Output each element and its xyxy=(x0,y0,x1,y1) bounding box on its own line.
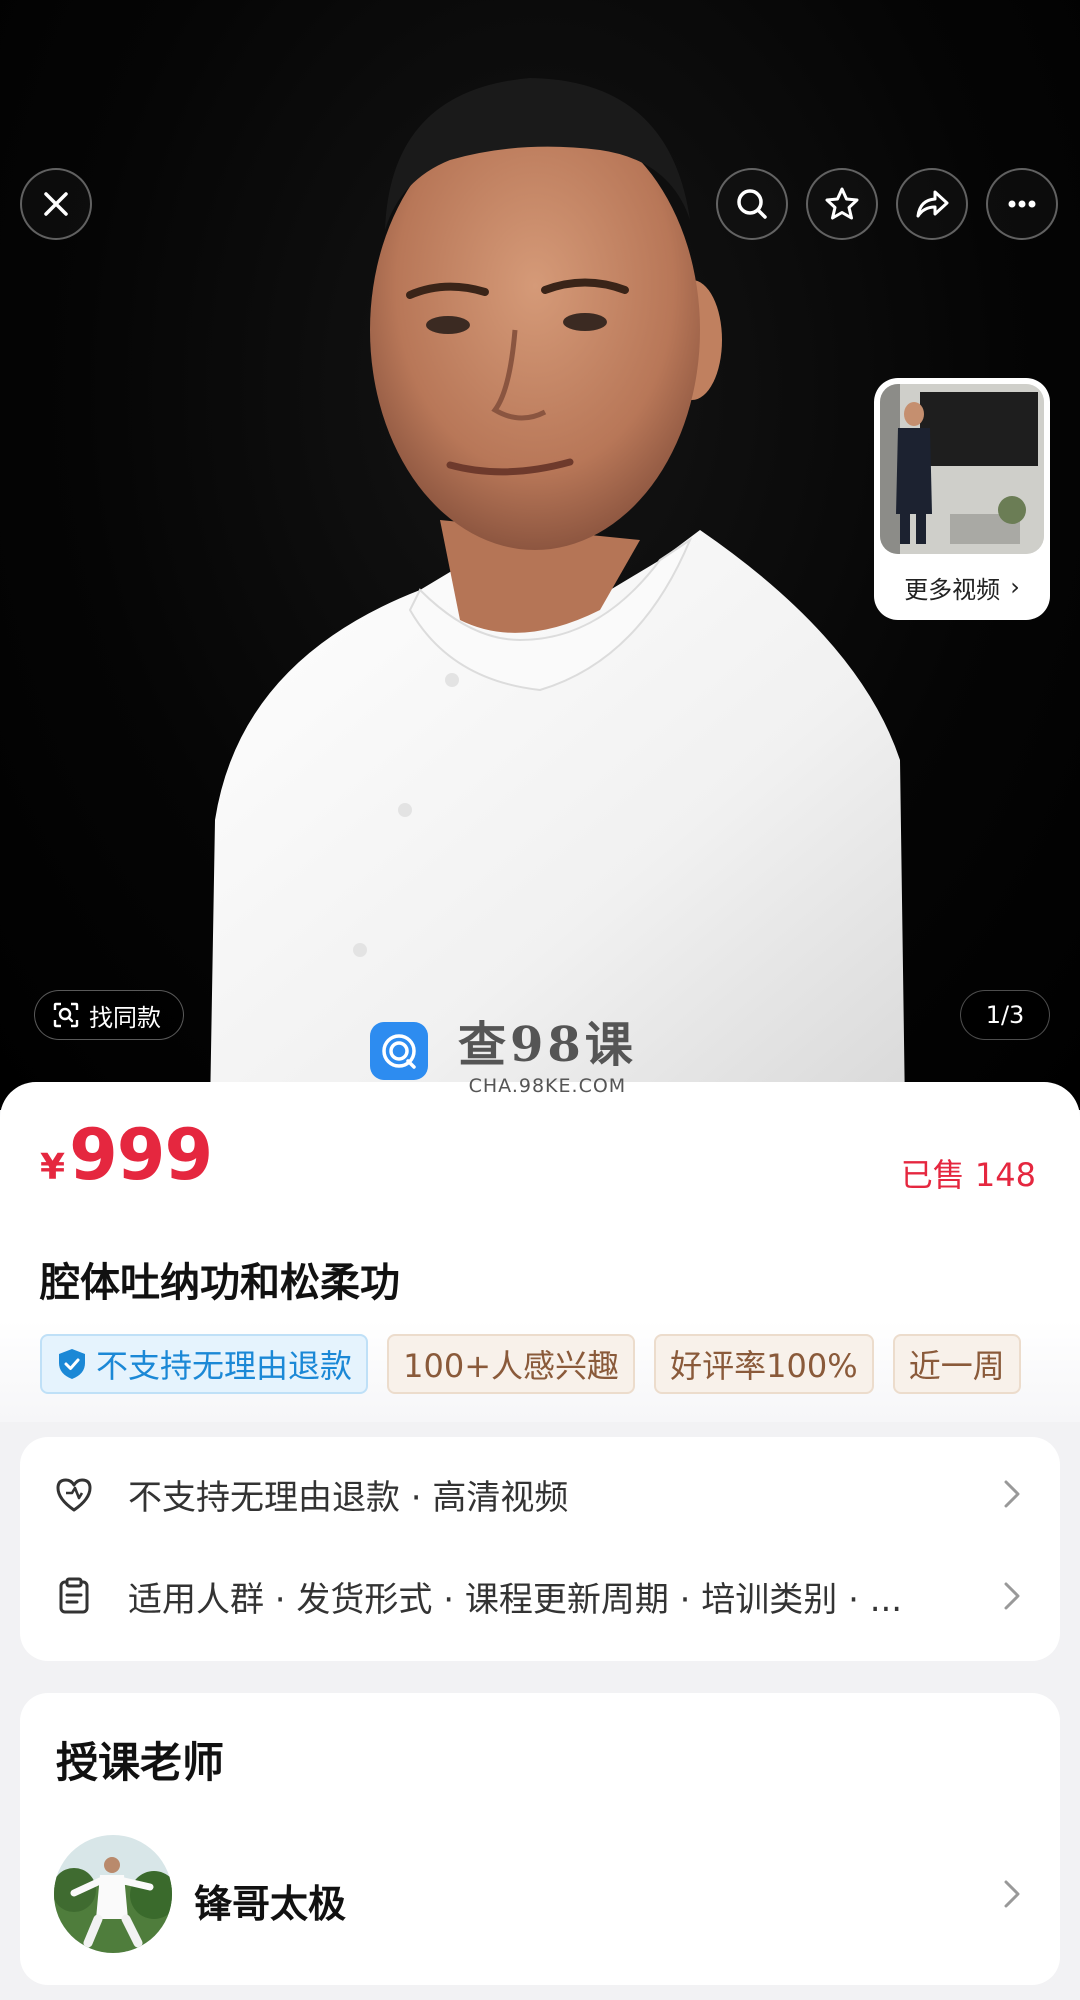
favorite-button[interactable] xyxy=(806,168,878,240)
heart-shield-icon xyxy=(56,1478,92,1512)
sold-count: 已售 148 xyxy=(900,1156,1036,1194)
more-videos-card[interactable]: 更多视频 › xyxy=(874,378,1050,620)
find-same-label: 找同款 xyxy=(89,1003,161,1032)
tag-interest[interactable]: 100+人感兴趣 xyxy=(387,1334,636,1394)
product-price: ¥ 999 xyxy=(40,1114,213,1196)
tag-recent[interactable]: 近一周 xyxy=(892,1334,1021,1394)
search-icon xyxy=(737,189,767,219)
tag-refund-policy[interactable]: 不支持无理由退款 xyxy=(40,1334,369,1394)
teacher-card: 授课老师 锋哥太极 xyxy=(20,1693,1060,1985)
tag-rating[interactable]: 好评率100% xyxy=(654,1334,874,1394)
service-row-guarantee[interactable]: 不支持无理由退款 · 高清视频 xyxy=(20,1449,1060,1539)
chevron-right-icon xyxy=(1004,1582,1020,1610)
chevron-right-icon xyxy=(1004,1480,1020,1508)
product-title: 腔体吐纳功和松柔功 xyxy=(40,1260,400,1306)
watermark: 查98课 CHA.98KE.COM xyxy=(370,1005,637,1097)
service-row-text: 适用人群 · 发货形式 · 课程更新周期 · 培训类别 · ... xyxy=(128,1579,903,1620)
watermark-logo-icon xyxy=(370,1022,428,1080)
find-same-button[interactable]: 找同款 xyxy=(34,990,184,1040)
share-icon xyxy=(916,190,949,218)
chevron-right-icon[interactable] xyxy=(1000,1877,1024,1911)
price-amount: 999 xyxy=(69,1114,213,1196)
watermark-main-text: 查98课 xyxy=(458,1017,637,1073)
shield-check-icon xyxy=(59,1349,85,1379)
product-image-gallery[interactable]: 更多视频 › 找同款 1/3 xyxy=(0,0,1080,1110)
service-info-card: 不支持无理由退款 · 高清视频 适用人群 · 发货形式 · 课程更新周期 · 培… xyxy=(20,1437,1060,1661)
scan-icon xyxy=(53,1002,79,1028)
star-icon xyxy=(825,187,859,220)
watermark-sub-text: CHA.98KE.COM xyxy=(468,1075,627,1097)
more-videos-label: 更多视频 xyxy=(904,575,1001,604)
share-button[interactable] xyxy=(896,168,968,240)
teacher-avatar[interactable] xyxy=(54,1835,172,1953)
close-icon xyxy=(44,192,68,216)
more-icon xyxy=(1008,200,1036,208)
teacher-section-title: 授课老师 xyxy=(56,1738,225,1787)
video-thumbnail xyxy=(880,384,1044,554)
search-button[interactable] xyxy=(716,168,788,240)
chevron-right-icon: › xyxy=(1010,573,1020,601)
more-button[interactable] xyxy=(986,168,1058,240)
product-info-card: ¥ 999 已售 148 腔体吐纳功和松柔功 不支持无理由退款 100+人感兴趣… xyxy=(0,1082,1080,1422)
tag-label: 不支持无理由退款 xyxy=(96,1347,353,1385)
service-row-params[interactable]: 适用人群 · 发货形式 · 课程更新周期 · 培训类别 · ... xyxy=(20,1551,1060,1641)
clipboard-icon xyxy=(59,1577,89,1614)
close-button[interactable] xyxy=(20,168,92,240)
image-page-counter: 1/3 xyxy=(960,990,1050,1040)
service-row-text: 不支持无理由退款 · 高清视频 xyxy=(128,1477,569,1518)
price-currency: ¥ xyxy=(40,1147,66,1188)
product-tags: 不支持无理由退款 100+人感兴趣 好评率100% 近一周 xyxy=(40,1334,1040,1394)
teacher-name[interactable]: 锋哥太极 xyxy=(194,1873,346,1928)
